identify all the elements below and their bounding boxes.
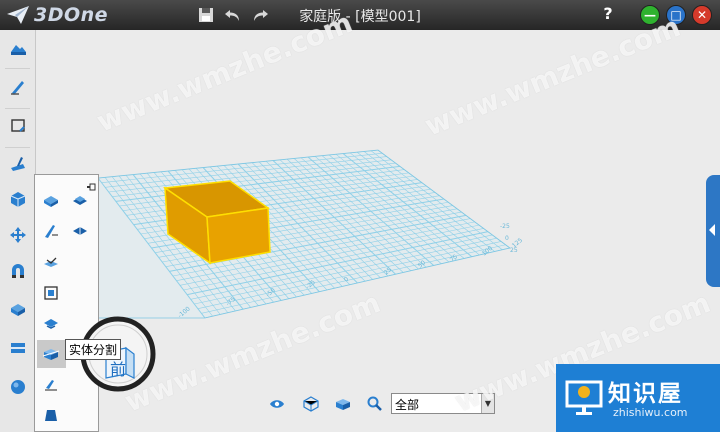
chevron-left-icon [709, 224, 715, 236]
grid-label-y: 25 [510, 247, 518, 254]
combine-edit-icon[interactable] [6, 259, 30, 283]
filter-select-value: 全部 [395, 398, 420, 412]
close-icon: ✕ [696, 8, 708, 22]
blend-icon[interactable] [40, 373, 62, 395]
view-icon[interactable] [268, 395, 286, 413]
move-icon[interactable] [40, 190, 62, 212]
tooltip: 实体分割 [65, 339, 122, 360]
sphere-icon[interactable] [6, 375, 30, 399]
special-feature-icon[interactable] [6, 187, 30, 211]
shell-icon[interactable] [40, 404, 62, 426]
split-face-icon[interactable] [69, 220, 91, 242]
combine-edit-flyout [34, 174, 99, 432]
offset-icon[interactable] [40, 312, 62, 334]
material-render-icon[interactable] [6, 336, 30, 360]
dimension-icon[interactable] [6, 297, 30, 321]
title-bar: 3DOne 家庭版 - [模型001] ? — □ ✕ [0, 0, 720, 30]
basic-shapes-icon[interactable] [6, 37, 30, 61]
brand-badge: 知识屋 zhishiwu.com [556, 364, 720, 432]
badge-brand: 知识屋 [608, 381, 683, 407]
feature-modeling-icon[interactable] [6, 151, 30, 175]
solid-split-icon[interactable] [40, 343, 62, 365]
render-mode-icon[interactable] [302, 395, 320, 413]
separator [5, 68, 30, 69]
separator [5, 108, 30, 109]
grid-label-y: 0 [505, 235, 509, 242]
emboss-icon[interactable] [40, 282, 62, 304]
basic-edit-icon[interactable] [6, 223, 30, 247]
lightbulb-icon [565, 380, 603, 415]
sketch-icon[interactable] [6, 75, 30, 99]
delete-face-icon[interactable] [69, 190, 91, 212]
search-icon[interactable] [366, 395, 384, 413]
right-panel-toggle[interactable] [706, 175, 720, 287]
display-icon[interactable] [334, 395, 352, 413]
grid-label-y: -25 [500, 223, 510, 230]
close-button[interactable]: ✕ [692, 5, 712, 25]
help-button[interactable]: ? [600, 4, 616, 23]
wrap-icon[interactable] [40, 251, 62, 273]
separator [5, 147, 30, 148]
badge-url: zhishiwu.com [613, 406, 688, 419]
draft-face-icon[interactable] [40, 220, 62, 242]
left-toolbar [0, 30, 36, 432]
sketch-edit-icon[interactable] [6, 114, 30, 138]
